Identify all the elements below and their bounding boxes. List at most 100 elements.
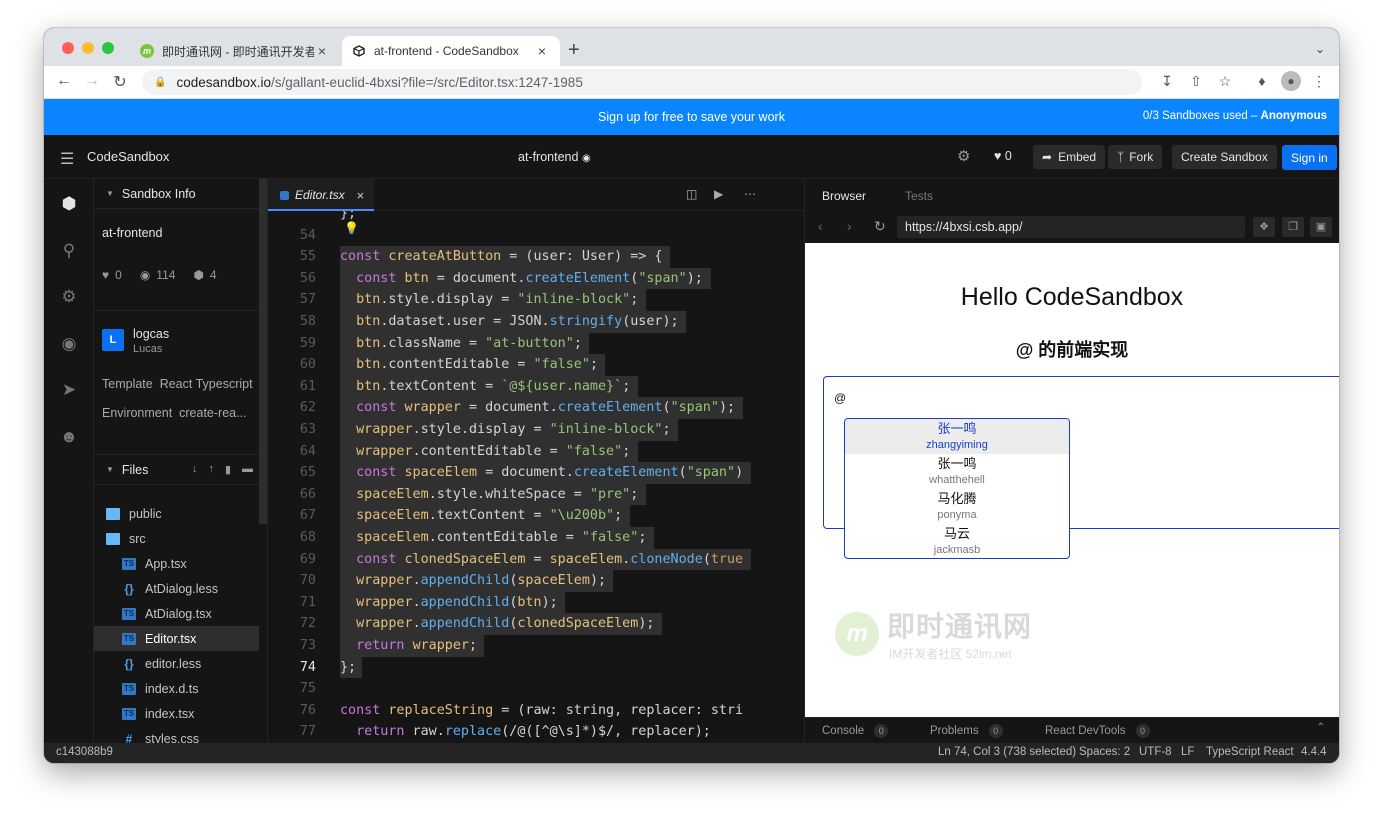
- file-tree-item[interactable]: {} editor.less: [94, 651, 259, 676]
- author-username[interactable]: logcas: [133, 327, 169, 341]
- browser-tab-codesandbox[interactable]: at-frontend - CodeSandbox ×: [342, 36, 560, 66]
- line-ending[interactable]: LF: [1181, 746, 1194, 758]
- tab-title: 即时通讯网 - 即时通讯开发者社区: [162, 44, 314, 59]
- embed-button[interactable]: ➦ Embed: [1033, 145, 1106, 169]
- browser-menu-icon[interactable]: ⋮: [1309, 73, 1329, 90]
- indent-spaces[interactable]: Spaces: 2: [1079, 746, 1130, 758]
- files-header[interactable]: ▼ Files ↓ ↑ ▮ ▬: [94, 455, 259, 485]
- mention-name: 马化腾: [937, 491, 977, 506]
- preview-back-icon[interactable]: ‹: [818, 218, 823, 234]
- cursor-position[interactable]: Ln 74, Col 3 (738 selected): [938, 746, 1076, 758]
- mention-option[interactable]: 马云 jackmasb: [845, 524, 1069, 558]
- forward-arrow-icon[interactable]: →: [82, 72, 102, 90]
- file-tree-item[interactable]: TS index.d.ts: [94, 676, 259, 701]
- folder-icon: [106, 532, 120, 545]
- expand-chevron-icon[interactable]: ⌃: [1317, 722, 1325, 733]
- file-tree-item[interactable]: {} AtDialog.less: [94, 576, 259, 601]
- sandbox-info-cube-icon[interactable]: ⬢: [58, 193, 80, 215]
- file-tree-item[interactable]: TS AtDialog.tsx: [94, 601, 259, 626]
- browser-tab-52im[interactable]: m 即时通讯网 - 即时通讯开发者社区 ×: [130, 36, 340, 66]
- sandbox-info-header[interactable]: ▼ Sandbox Info: [94, 179, 259, 209]
- live-users-icon[interactable]: ☻: [58, 426, 80, 448]
- url-field[interactable]: 🔒 codesandbox.io/s/gallant-euclid-4bxsi?…: [142, 69, 1142, 95]
- sign-in-button[interactable]: Sign in: [1282, 145, 1337, 170]
- share-icon[interactable]: ⇧: [1186, 73, 1206, 90]
- file-encoding[interactable]: UTF-8: [1139, 746, 1172, 758]
- upload-icon[interactable]: ↑: [208, 463, 214, 476]
- settings-gear-icon[interactable]: ⚙: [957, 147, 970, 165]
- react-devtools-tab[interactable]: React DevTools 0: [1045, 724, 1150, 738]
- deploy-rocket-icon[interactable]: ➤: [58, 379, 80, 401]
- tab-search-chevron-icon[interactable]: ⌄: [1315, 42, 1325, 56]
- template-value[interactable]: React Typescript: [160, 377, 253, 391]
- back-arrow-icon[interactable]: ←: [54, 72, 74, 90]
- minimize-window-button[interactable]: [82, 42, 94, 54]
- sidebar-scrollbar[interactable]: [259, 179, 267, 524]
- create-sandbox-button[interactable]: Create Sandbox: [1172, 145, 1277, 169]
- fork-button[interactable]: ᛉ Fork: [1108, 145, 1163, 169]
- search-icon[interactable]: ⚲: [58, 240, 80, 262]
- new-folder-icon[interactable]: ▬: [242, 463, 253, 476]
- toggle-responsive-icon[interactable]: ▣: [1310, 217, 1332, 237]
- tab-tests[interactable]: Tests: [905, 189, 933, 203]
- file-tree-item[interactable]: TS App.tsx: [94, 551, 259, 576]
- maximize-window-button[interactable]: [102, 42, 114, 54]
- file-tree-item[interactable]: TS Editor.tsx: [94, 626, 259, 651]
- settings-gear-icon[interactable]: ⚙: [58, 286, 80, 308]
- mention-option[interactable]: 马化腾 ponyma: [845, 489, 1069, 524]
- file-tree-item[interactable]: src: [94, 526, 259, 551]
- reload-icon[interactable]: ↻: [110, 72, 130, 92]
- line-number: 58: [299, 314, 316, 329]
- language-mode[interactable]: TypeScript React: [1206, 746, 1294, 758]
- tab-browser[interactable]: Browser: [822, 189, 866, 203]
- sandbox-title[interactable]: at-frontend ◉: [518, 150, 591, 164]
- file-tree-item[interactable]: # styles.css: [94, 726, 259, 744]
- menu-hamburger-icon[interactable]: ☰: [60, 149, 74, 169]
- line-number: 65: [299, 465, 316, 481]
- tab-close-icon[interactable]: ×: [534, 43, 550, 59]
- code-line: const spaceElem = document.createElement…: [356, 465, 744, 481]
- code-line: btn.style.display = "inline-block";: [356, 292, 639, 308]
- toggle-devtools-icon[interactable]: ❖: [1253, 217, 1275, 237]
- preview-refresh-icon[interactable]: ↻: [874, 218, 886, 235]
- file-name: src: [129, 531, 146, 546]
- more-actions-icon[interactable]: ⋯: [744, 187, 756, 201]
- new-file-icon[interactable]: ▮: [225, 463, 231, 476]
- console-tab[interactable]: Console 0: [822, 724, 889, 738]
- author-avatar[interactable]: L: [102, 329, 124, 351]
- browser-window: m 即时通讯网 - 即时通讯开发者社区 × at-frontend - Code…: [44, 28, 1339, 763]
- code-area[interactable]: }; 54 55 const createAtButton = (user: User…: [268, 211, 804, 743]
- code-line: wrapper.appendChild(clonedSpaceElem);: [356, 616, 655, 632]
- split-view-icon[interactable]: ◫: [686, 187, 697, 201]
- activity-bar: ⬢ ⚲ ⚙ ◉ ➤ ☻: [44, 179, 94, 743]
- open-new-window-icon[interactable]: ❐: [1282, 217, 1304, 237]
- typescript-version[interactable]: 4.4.4: [1301, 746, 1327, 758]
- download-icon[interactable]: ↓: [192, 463, 198, 476]
- bookmark-star-icon[interactable]: ☆: [1215, 73, 1235, 90]
- tab-close-icon[interactable]: ×: [314, 43, 330, 59]
- github-icon[interactable]: ◉: [58, 333, 80, 355]
- like-button[interactable]: ♥ 0: [994, 149, 1012, 163]
- preview-forward-icon[interactable]: ›: [847, 218, 852, 234]
- editor-tab-bar: Editor.tsx × ◫ ▶ ⋯: [268, 179, 804, 211]
- file-tree-item[interactable]: TS index.tsx: [94, 701, 259, 726]
- file-tree-item[interactable]: public: [94, 501, 259, 526]
- mention-option[interactable]: 张一鸣 zhangyiming: [845, 419, 1069, 454]
- mention-option[interactable]: 张一鸣 whatthehell: [845, 454, 1069, 489]
- install-app-icon[interactable]: ↧: [1157, 73, 1177, 90]
- tab-title: at-frontend - CodeSandbox: [374, 44, 519, 58]
- lightbulb-icon[interactable]: 💡: [344, 218, 359, 240]
- problems-tab[interactable]: Problems 0: [930, 724, 1003, 738]
- new-tab-button[interactable]: +: [568, 40, 580, 60]
- profile-avatar-icon[interactable]: ●: [1281, 71, 1301, 91]
- app-header: ☰ CodeSandbox at-frontend ◉ ⚙ ♥ 0 ➦ Embed…: [44, 135, 1339, 179]
- close-window-button[interactable]: [62, 42, 74, 54]
- environment-value[interactable]: create-rea...: [179, 406, 246, 420]
- mention-username: ponyma: [937, 509, 977, 521]
- file-name: styles.css: [145, 731, 200, 744]
- open-preview-icon[interactable]: ▶: [714, 187, 723, 201]
- extensions-puzzle-icon[interactable]: ♦: [1252, 73, 1272, 89]
- editor-tab-editor-tsx[interactable]: Editor.tsx ×: [268, 179, 374, 211]
- tab-close-icon[interactable]: ×: [357, 188, 365, 203]
- preview-url-input[interactable]: https://4bxsi.csb.app/: [897, 216, 1245, 238]
